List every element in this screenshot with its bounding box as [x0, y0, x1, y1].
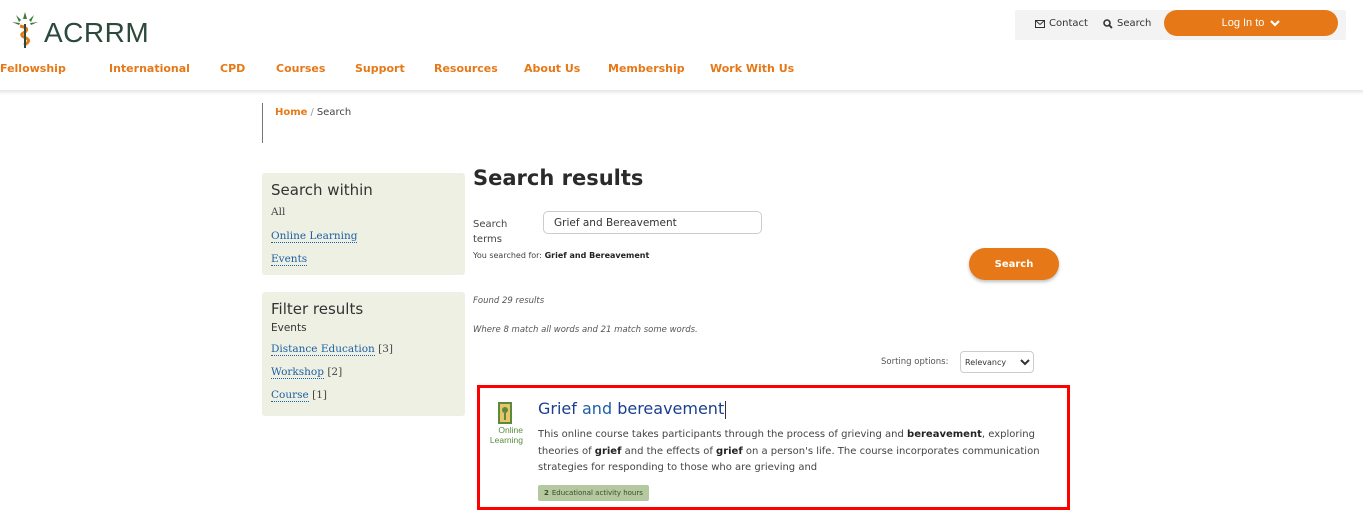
breadcrumb: Home / Search — [275, 107, 351, 118]
filter-item: Workshop [2] — [271, 366, 343, 379]
breadcrumb-home[interactable]: Home — [275, 107, 307, 118]
filter-count: [3] — [378, 343, 394, 355]
filter-distance-education-link[interactable]: Distance Education — [271, 343, 375, 356]
page-title: Search results — [473, 166, 644, 190]
acrrm-logo[interactable]: ACRRM — [10, 8, 149, 52]
nav-resources[interactable]: Resources — [434, 62, 498, 75]
search-icon — [1103, 18, 1113, 29]
nav-courses[interactable]: Courses — [276, 62, 325, 75]
search-result-item: Online Learning Grief and bereavement Th… — [477, 385, 1070, 510]
nav-work-with-us[interactable]: Work With Us — [710, 62, 794, 75]
breadcrumb-separator: / — [310, 107, 314, 118]
desc-highlight: bereavement — [907, 429, 982, 440]
activity-hours-badge: 2 Educational activity hours — [538, 485, 649, 501]
result-description: This online course takes participants th… — [538, 427, 1058, 477]
search-terms-label: Search terms — [473, 219, 508, 245]
sorting-label: Sorting options: — [881, 357, 949, 367]
desc-highlight: grief — [716, 445, 743, 457]
search-within-all-label: All — [271, 206, 286, 218]
header-divider — [0, 90, 1363, 95]
brand-name: ACRRM — [44, 17, 150, 48]
desc-part: This online course takes participants th… — [538, 429, 908, 440]
events-link[interactable]: Events — [271, 253, 308, 266]
mail-icon — [1035, 19, 1045, 28]
match-summary: Where 8 match all words and 21 match som… — [473, 325, 698, 335]
searched-for-term: Grief and Bereavement — [544, 251, 650, 260]
result-type: Online Learning — [489, 401, 523, 445]
desc-part: and the effects of — [621, 445, 717, 457]
nav-cpd[interactable]: CPD — [220, 62, 245, 75]
filter-subheading: Events — [271, 322, 307, 334]
filter-item: Course [1] — [271, 389, 327, 402]
search-within-events: Events — [271, 253, 308, 266]
search-button[interactable]: Search — [969, 248, 1059, 280]
filter-item: Distance Education [3] — [271, 343, 394, 356]
result-title-part: bereavement — [617, 399, 725, 418]
result-type-label: Online Learning — [489, 425, 523, 445]
result-title-link[interactable]: Grief and bereavement — [538, 399, 727, 419]
nav-about-us[interactable]: About Us — [524, 62, 580, 75]
searched-for-prefix: You searched for: — [473, 251, 543, 260]
nav-international[interactable]: International — [109, 62, 190, 75]
search-within-panel: Search within All Online Learning Events — [262, 173, 465, 275]
online-learning-link[interactable]: Online Learning — [271, 230, 358, 243]
login-label: Log In to — [1221, 17, 1265, 29]
filter-results-panel: Filter results Events Distance Education… — [262, 292, 465, 416]
search-within-title: Search within — [271, 181, 373, 199]
desc-highlight: grief — [594, 445, 622, 457]
login-button[interactable]: Log In to — [1164, 10, 1338, 36]
activity-hours-label: Educational activity hours — [551, 489, 643, 497]
result-title-part: Grief — [538, 399, 577, 418]
contact-link[interactable]: Contact — [1035, 18, 1088, 29]
searched-for-text: You searched for: Grief and Bereavement — [473, 251, 649, 260]
search-within-all: All — [271, 206, 285, 218]
chevron-down-icon — [1270, 19, 1281, 27]
contact-label: Contact — [1049, 18, 1088, 29]
nav-support[interactable]: Support — [355, 62, 405, 75]
filter-workshop-link[interactable]: Workshop — [271, 366, 324, 379]
filter-course-link[interactable]: Course — [271, 389, 309, 402]
acrrm-emblem-icon — [12, 12, 38, 48]
search-terms-input[interactable] — [543, 211, 762, 234]
filter-count: [1] — [312, 389, 327, 401]
breadcrumb-current: Search — [316, 107, 352, 118]
breadcrumb-rule — [262, 103, 263, 143]
nav-fellowship[interactable]: Fellowship — [0, 62, 66, 75]
activity-hours-count: 2 — [544, 489, 549, 497]
result-title-part: and — [576, 399, 618, 418]
filter-results-title: Filter results — [271, 300, 364, 318]
sorting-select[interactable]: Relevancy — [960, 351, 1034, 373]
online-learning-icon — [498, 402, 512, 424]
results-count: Found 29 results — [473, 296, 545, 306]
filter-count: [2] — [327, 366, 343, 378]
text-cursor — [725, 400, 727, 419]
nav-membership[interactable]: Membership — [608, 62, 685, 75]
header-search-link[interactable]: Search — [1103, 18, 1151, 29]
header-search-label: Search — [1117, 18, 1152, 29]
search-within-online-learning: Online Learning — [271, 230, 358, 243]
